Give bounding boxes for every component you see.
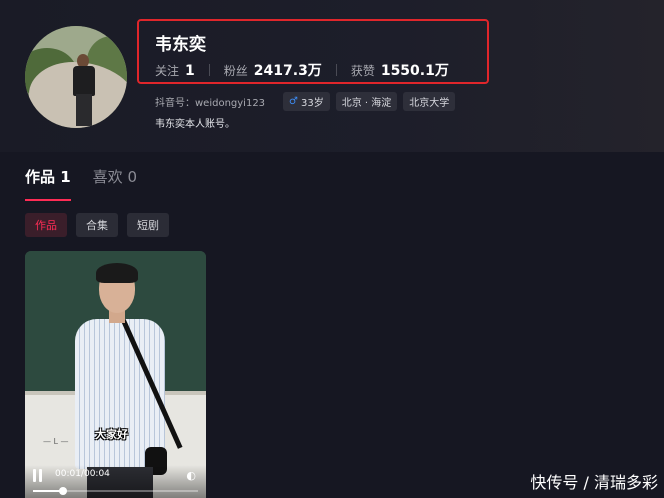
video-progress-bar[interactable] [33,487,198,495]
profile-header: 韦东奕 关注 1 粉丝 2417.3万 获赞 1550.1万 抖音号：weido… [0,0,664,152]
chip-short-dramas[interactable]: 短剧 [127,213,169,237]
profile-meta: 抖音号：weidongyi123 ♂ 33岁 北京 · 海淀 北京大学 [155,92,461,111]
tab-works[interactable]: 作品 1 [25,166,71,201]
followers-label: 粉丝 [223,64,248,78]
followers-count: 2417.3万 [253,63,322,79]
profile-name: 韦东奕 [155,35,206,55]
chalk-mark: — L — [43,437,69,446]
chip-collections[interactable]: 合集 [76,213,118,237]
following-label: 关注 [155,63,180,78]
chip-works[interactable]: 作品 [25,213,67,237]
video-controls: 00:01/00:04 ◐ [25,465,206,498]
video-time: 00:01/00:04 [55,469,110,479]
school-tag: 北京大学 [403,92,456,111]
avatar[interactable] [25,26,127,128]
pause-icon[interactable] [33,469,43,483]
profile-bio: 韦东奕本人账号。 [155,119,235,130]
following-stat[interactable]: 关注 1 [155,62,195,79]
source-watermark: 快传号 / 清瑞多彩 [530,473,658,492]
douyin-id: 抖音号：weidongyi123 [155,98,266,109]
video-card[interactable]: — L — 大家好 00:01/00:04 ◐ [25,251,206,498]
likes-label: 获赞 [350,64,375,78]
likes-count: 1550.1万 [380,63,449,79]
location-tag: 北京 · 海淀 [335,92,398,111]
followers-stat[interactable]: 粉丝 2417.3万 [224,60,322,80]
stat-divider [335,64,337,76]
male-icon: ♂ [289,96,299,107]
likes-stat: 获赞 1550.1万 [351,60,449,80]
video-progress-knob[interactable] [58,487,67,495]
sub-filter-chips: 作品 合集 短剧 [25,213,178,237]
age-tag: ♂ 33岁 [283,92,330,111]
tab-likes[interactable]: 喜欢 0 [93,166,137,201]
content-tabs: 作品 1 喜欢 0 [25,166,159,201]
following-count: 1 [185,62,195,79]
profile-page: 韦东奕 关注 1 粉丝 2417.3万 获赞 1550.1万 抖音号：weido… [0,0,664,498]
stat-divider [208,64,210,76]
video-subtitle: 大家好 [95,428,128,441]
volume-icon[interactable]: ◐ [186,469,196,482]
profile-stats: 关注 1 粉丝 2417.3万 获赞 1550.1万 [155,60,449,80]
age-label: 33岁 [301,98,324,109]
